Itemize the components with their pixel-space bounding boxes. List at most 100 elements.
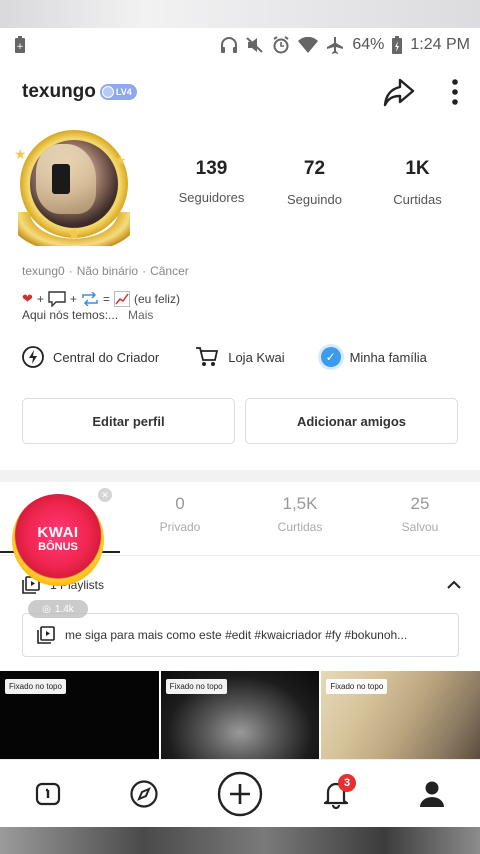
playlist-item[interactable]: me siga para mais como este #edit #kwaic… <box>22 613 459 657</box>
playlists-header[interactable]: 1 Playlists <box>22 574 462 596</box>
video-thumbnail[interactable]: Fixado no topo <box>321 671 480 759</box>
compass-icon <box>130 779 158 808</box>
tab-label: Salvou <box>401 520 439 534</box>
comment-icon <box>48 291 66 307</box>
profile-meta: texung0 · Não binário · Câncer <box>22 264 189 278</box>
kwai-bonus-widget[interactable]: KWAI BÔNUS <box>12 494 104 586</box>
nav-home[interactable] <box>18 764 78 824</box>
tab-likes[interactable]: 1,5K Curtidas <box>260 494 340 534</box>
bonus-line-2: BÔNUS <box>38 540 78 553</box>
nav-discover[interactable] <box>114 764 174 824</box>
repeat-icon <box>82 292 98 306</box>
bio-more-link[interactable]: Mais <box>128 308 153 322</box>
stat-label: Curtidas <box>393 192 442 207</box>
quick-links: Central do Criador Loja Kwai ✓ Minha fam… <box>22 346 462 368</box>
level-badge[interactable]: LV4 <box>99 84 137 100</box>
quick-link-label: Central do Criador <box>53 349 160 365</box>
profile-stats: 139 Seguidores 72 Seguindo 1K Curtidas <box>160 158 470 207</box>
creator-center-link[interactable]: Central do Criador <box>22 346 159 368</box>
top-blur-band <box>0 0 480 28</box>
airplane-icon <box>327 37 344 54</box>
pinned-tag: Fixado no topo <box>5 679 66 694</box>
mute-icon <box>246 37 264 53</box>
playlist-icon <box>37 626 55 644</box>
tab-count: 25 <box>410 494 430 513</box>
notification-badge: 3 <box>338 773 356 792</box>
video-thumbnail[interactable]: Fixado no topo <box>160 671 320 759</box>
meta-handle: texung0 <box>22 264 65 278</box>
stat-followers[interactable]: 139 Seguidores <box>160 158 263 207</box>
bio-equals: = <box>102 292 110 306</box>
chart-up-icon <box>113 291 130 307</box>
avatar[interactable]: ★ ★ ★ <box>14 126 132 248</box>
bonus-line-1: KWAI <box>37 523 79 541</box>
stat-value: 72 <box>303 158 326 179</box>
stat-value: 139 <box>195 158 228 179</box>
add-friends-button[interactable]: Adicionar amigos <box>245 398 458 444</box>
bottom-nav: 3 <box>0 759 480 827</box>
stat-following[interactable]: 72 Seguindo <box>263 158 366 207</box>
quick-link-label: Minha família <box>349 349 427 365</box>
close-icon[interactable]: ✕ <box>98 488 112 502</box>
svg-text:+: + <box>16 42 24 52</box>
tab-label: Curtidas <box>277 520 323 534</box>
bonus-pill-value: 1.4k <box>54 603 74 615</box>
battery-saver-icon: + <box>15 36 25 53</box>
cart-icon <box>196 347 219 366</box>
tab-label: Privado <box>159 520 201 534</box>
wifi-icon <box>298 37 319 53</box>
bio-line-1: ❤ + + = (eu feliz) <box>22 291 180 307</box>
tab-count: 1,5K <box>282 494 318 513</box>
battery-charging-icon <box>392 36 403 54</box>
pinned-tag: Fixado no topo <box>326 679 388 694</box>
nav-create[interactable] <box>210 764 270 824</box>
star-icon: ★ <box>114 152 127 168</box>
gem-icon <box>101 86 114 98</box>
bonus-coin-pill: ◎ 1.4k <box>28 600 88 618</box>
more-options-icon[interactable] <box>452 78 458 106</box>
bio-line-2: Aqui nós temos:... Mais <box>22 308 153 322</box>
tab-private[interactable]: 0 Privado <box>140 494 220 534</box>
chevron-up-icon[interactable] <box>446 580 462 590</box>
plus-circle-icon <box>217 771 263 816</box>
heart-icon: ❤ <box>22 291 33 306</box>
stat-likes[interactable]: 1K Curtidas <box>366 158 469 207</box>
bio-plus: + <box>36 292 44 306</box>
bio-text: Aqui nós temos:... <box>22 308 119 322</box>
level-text: LV4 <box>115 87 132 97</box>
nav-profile[interactable] <box>402 764 462 824</box>
bio-plus: + <box>69 292 77 306</box>
quick-link-label: Loja Kwai <box>228 349 285 365</box>
stat-label: Seguindo <box>287 192 342 207</box>
edit-profile-button[interactable]: Editar perfil <box>22 398 235 444</box>
kwai-shop-link[interactable]: Loja Kwai <box>195 346 285 368</box>
meta-sign: Câncer <box>150 264 189 278</box>
profile-icon <box>420 781 444 807</box>
section-divider <box>0 470 480 482</box>
tab-count: 0 <box>175 494 185 513</box>
clock: 1:24 PM <box>410 36 470 53</box>
tab-saved[interactable]: 25 Salvou <box>380 494 460 534</box>
nav-notifications[interactable]: 3 <box>306 764 366 824</box>
stat-label: Seguidores <box>178 190 245 205</box>
pinned-tag: Fixado no topo <box>165 679 227 694</box>
star-icon: ★ <box>14 146 27 162</box>
my-family-link[interactable]: ✓ Minha família <box>320 347 427 367</box>
profile-header: texungo LV4 <box>0 70 480 114</box>
battery-percent: 64% <box>352 36 385 53</box>
video-thumbnail[interactable]: Fixado no topo <box>0 671 159 759</box>
home-icon <box>35 782 61 805</box>
headphones-icon <box>221 37 238 53</box>
stat-value: 1K <box>405 158 430 179</box>
bottom-blur-band <box>0 827 480 854</box>
star-icon: ★ <box>66 224 83 244</box>
playlist-title: me siga para mais como este #edit #kwaic… <box>65 628 408 642</box>
check-badge-icon: ✓ <box>320 347 341 367</box>
username: texungo <box>22 81 96 102</box>
alarm-icon <box>273 36 289 54</box>
bio-suffix: (eu feliz) <box>133 292 180 306</box>
coin-icon: ◎ <box>42 603 51 615</box>
lightning-icon <box>22 346 44 368</box>
share-icon[interactable] <box>382 77 416 107</box>
meta-gender: Não binário <box>76 264 139 278</box>
